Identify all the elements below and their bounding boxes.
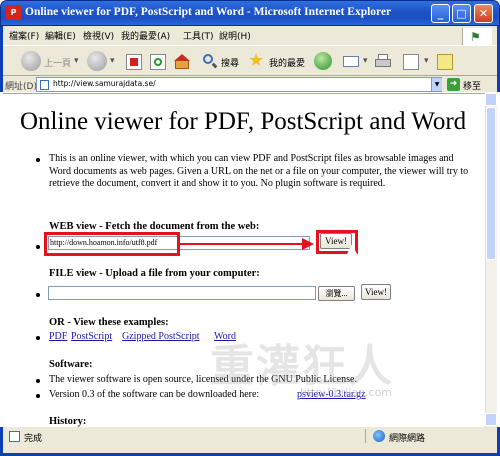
security-zone-text: 網際網路 bbox=[389, 434, 426, 444]
bullet bbox=[36, 394, 40, 398]
print-icon[interactable] bbox=[374, 54, 392, 70]
scroll-down-icon[interactable] bbox=[485, 413, 497, 426]
menu-help[interactable]: 說明(H) bbox=[219, 29, 251, 42]
menu-bar: 檔案(F) 編輯(E) 檢視(V) 我的最愛(A) 工具(T) 說明(H) bbox=[3, 28, 463, 44]
intro-text: This is an online viewer, with which you… bbox=[49, 153, 469, 189]
menu-view[interactable]: 檢視(V) bbox=[83, 29, 114, 42]
file-view-button[interactable]: View! bbox=[361, 284, 391, 300]
address-label: 網址(D) bbox=[5, 82, 37, 92]
internet-globe-icon bbox=[373, 430, 385, 442]
file-path-input[interactable] bbox=[48, 286, 316, 300]
arrow-head-icon bbox=[302, 238, 314, 250]
favorites-star-icon[interactable]: ★ bbox=[248, 50, 264, 71]
highlight-box-url bbox=[44, 232, 180, 256]
close-button[interactable]: ✕ bbox=[474, 4, 493, 23]
menu-favorites[interactable]: 我的最愛(A) bbox=[121, 29, 170, 42]
menu-tools[interactable]: 工具(T) bbox=[183, 29, 214, 42]
forward-arrow-icon[interactable] bbox=[87, 51, 107, 71]
mail-icon[interactable] bbox=[343, 54, 363, 70]
back-dropdown-icon[interactable]: ▾ bbox=[74, 56, 79, 66]
file-view-heading: FILE view - Upload a file from your comp… bbox=[49, 268, 260, 279]
example-link-postscript[interactable]: PostScript bbox=[71, 331, 112, 342]
bullet bbox=[36, 379, 40, 383]
stop-icon[interactable] bbox=[126, 54, 142, 70]
bullet bbox=[36, 336, 40, 340]
history-heading: History: bbox=[49, 416, 87, 427]
back-button[interactable]: 上一頁 bbox=[44, 56, 71, 69]
window-title: Online viewer for PDF, PostScript and Wo… bbox=[25, 6, 392, 18]
minimize-button[interactable]: _ bbox=[431, 4, 450, 23]
toolbar: 上一頁 ▾ ▾ 搜尋 ★ 我的最愛 ▾ ▾ bbox=[3, 45, 497, 76]
watermark-logo: 重灌狂人 bbox=[210, 341, 394, 392]
bullet bbox=[36, 245, 40, 249]
favorites-button[interactable]: 我的最愛 bbox=[269, 56, 305, 69]
home-icon[interactable] bbox=[173, 53, 191, 70]
example-link-pdf[interactable]: PDF bbox=[49, 331, 67, 342]
examples-heading: OR - View these examples: bbox=[49, 317, 169, 328]
bullet bbox=[36, 158, 40, 162]
windows-logo-icon: ⚑ bbox=[462, 28, 492, 45]
scroll-up-icon[interactable] bbox=[485, 93, 497, 106]
menu-edit[interactable]: 編輯(E) bbox=[45, 29, 76, 42]
refresh-icon[interactable] bbox=[150, 54, 166, 70]
page-title: Online viewer for PDF, PostScript and Wo… bbox=[20, 108, 467, 135]
status-text: 完成 bbox=[24, 434, 43, 444]
status-divider bbox=[365, 429, 366, 443]
search-icon[interactable] bbox=[202, 53, 218, 69]
edit-dropdown-icon[interactable]: ▾ bbox=[424, 56, 429, 66]
browse-button[interactable]: 瀏覽... bbox=[318, 286, 355, 301]
address-url[interactable]: http://view.samurajdata.se/ bbox=[53, 79, 156, 88]
software-heading: Software: bbox=[49, 359, 93, 370]
forward-dropdown-icon[interactable]: ▾ bbox=[110, 56, 115, 66]
search-button[interactable]: 搜尋 bbox=[221, 56, 239, 69]
menu-file[interactable]: 檔案(F) bbox=[9, 29, 39, 42]
history-icon[interactable] bbox=[314, 52, 332, 70]
mouse-cursor-icon bbox=[347, 244, 357, 254]
scroll-thumb[interactable] bbox=[486, 107, 496, 260]
edit-page-icon[interactable] bbox=[403, 54, 419, 70]
maximize-button[interactable]: □ bbox=[452, 4, 471, 23]
go-arrow-icon[interactable]: ➜ bbox=[447, 78, 460, 91]
example-link-gzipped[interactable]: Gzipped PostScript bbox=[122, 331, 200, 342]
watermark-url: http://briian.com bbox=[300, 386, 393, 399]
mail-dropdown-icon[interactable]: ▾ bbox=[363, 56, 368, 66]
bullet bbox=[36, 293, 40, 297]
pdf-icon: P bbox=[6, 5, 21, 20]
messenger-icon[interactable] bbox=[437, 54, 453, 70]
page-done-icon bbox=[9, 431, 20, 442]
go-button[interactable]: 移至 bbox=[463, 79, 481, 92]
page-icon bbox=[40, 80, 49, 90]
address-dropdown-icon[interactable]: ▼ bbox=[431, 78, 442, 91]
web-view-heading: WEB view - Fetch the document from the w… bbox=[49, 221, 260, 232]
arrow-line bbox=[180, 243, 304, 245]
back-arrow-icon[interactable] bbox=[21, 51, 41, 71]
